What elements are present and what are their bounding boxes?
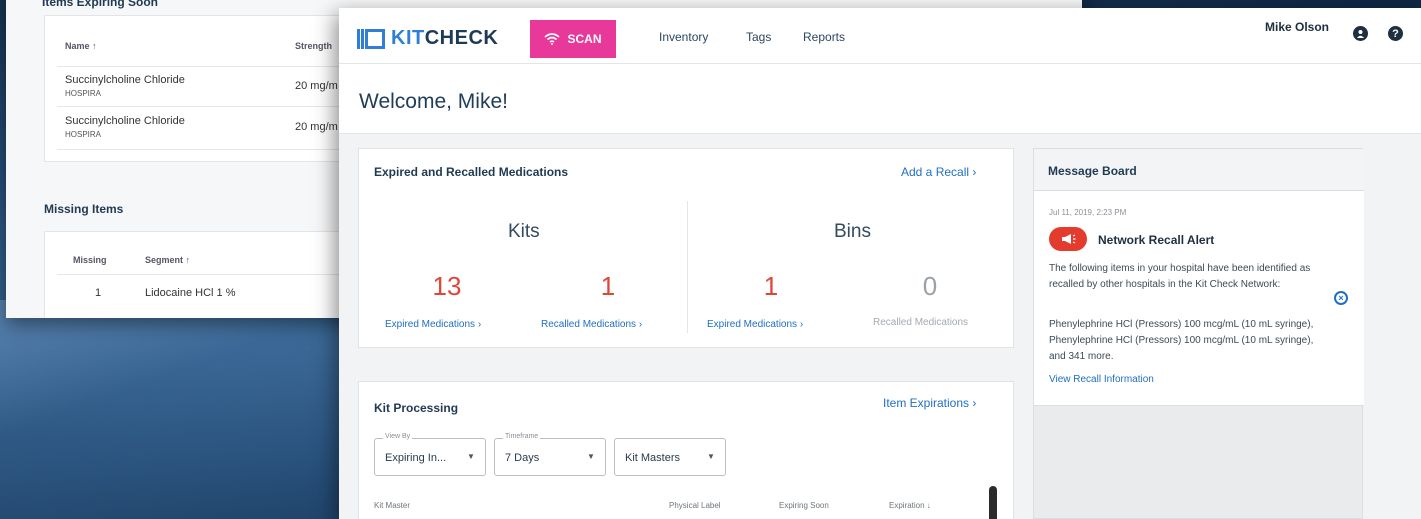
logo-text-check: CHECK [424,27,499,49]
kitcheck-logo-icon [357,28,387,49]
kit-processing-title: Kit Processing [374,401,459,415]
item-maker: HOSPIRA [65,89,102,98]
timeframe-legend: Timeframe [503,433,541,440]
message-board-header: Message Board [1034,149,1364,191]
column-header-missing[interactable]: Missing [73,255,107,265]
message-board-panel: Message Board Jul 11, 2019, 2:23 PM Netw… [1033,148,1364,519]
bins-recalled-label: Recalled Medications [873,317,969,328]
column-header-segment[interactable]: Segment ↑ [145,255,190,265]
megaphone-icon [1049,227,1087,251]
column-header-expiration[interactable]: Expiration ↓ [889,501,931,510]
chevron-down-icon: ▼ [707,452,715,461]
missing-items-title: Missing Items [44,202,124,216]
nav-inventory[interactable]: Inventory [659,30,708,44]
alert-title: Network Recall Alert [1098,233,1215,247]
view-by-legend: View By [383,433,413,440]
nav-tags[interactable]: Tags [746,30,771,44]
expired-recalled-card: Expired and Recalled Medications Add a R… [358,148,1014,348]
chevron-down-icon: ▼ [587,452,595,461]
column-header-strength[interactable]: Strength [295,41,332,51]
wifi-icon [544,33,561,45]
nav-reports[interactable]: Reports [803,30,845,44]
bins-expired-link[interactable]: Expired Medications › [707,319,803,330]
missing-count: 1 [95,287,102,299]
bins-label: Bins [834,221,871,242]
view-by-value: Expiring In... [385,452,447,464]
user-name[interactable]: Mike Olson [1265,20,1329,34]
kit-masters-value: Kit Masters [625,452,681,464]
kits-expired-count: 13 [432,271,462,301]
view-by-dropdown[interactable]: View By Expiring In... ▼ [374,433,486,476]
bins-recalled-count: 0 [922,271,938,301]
section-divider [687,201,688,333]
items-expiring-title: Items Expiring Soon [42,0,159,9]
message-board-title: Message Board [1048,164,1137,178]
scrollbar-thumb[interactable] [989,486,997,519]
column-header-expiring-soon[interactable]: Expiring Soon [779,501,829,510]
column-header-physical-label[interactable]: Physical Label [669,501,721,510]
message-date: Jul 11, 2019, 2:23 PM [1049,208,1127,217]
user-icon[interactable] [1353,26,1368,41]
scan-button[interactable]: SCAN [530,20,616,58]
scan-label: SCAN [567,32,602,46]
kits-expired-link[interactable]: Expired Medications › [385,319,481,330]
expired-recalled-title: Expired and Recalled Medications [374,165,569,179]
kits-label: Kits [508,221,540,242]
logo-text-kit: KIT [391,27,425,49]
item-name: Succinylcholine Chloride [65,115,185,127]
item-name: Succinylcholine Chloride [65,74,185,86]
background-highlight [0,300,340,519]
view-recall-link[interactable]: View Recall Information [1049,374,1154,385]
column-header-name[interactable]: Name ↑ [65,41,97,51]
kitcheck-logo[interactable]: KIT CHECK [357,27,498,50]
timeframe-dropdown[interactable]: Timeframe 7 Days ▼ [494,433,606,476]
welcome-bar: Welcome, Mike! [339,64,1421,134]
message-item: Jul 11, 2019, 2:23 PM Network Recall Ale… [1034,191,1364,406]
item-expirations-link[interactable]: Item Expirations › [883,396,976,410]
column-header-kit-master[interactable]: Kit Master [374,501,410,510]
chevron-down-icon: ▼ [467,452,475,461]
welcome-heading: Welcome, Mike! [359,90,508,113]
segment-name: Lidocaine HCl 1 % [145,287,236,299]
top-navigation-bar: KIT CHECK SCAN Inventory Tags Reports Mik… [339,8,1421,64]
kit-masters-dropdown[interactable]: Kit Masters ▼ [614,438,726,476]
kits-recalled-link[interactable]: Recalled Medications › [541,319,642,330]
close-icon[interactable]: × [1334,291,1348,305]
front-dashboard-window: KIT CHECK SCAN Inventory Tags Reports Mik… [339,8,1421,519]
alert-description: The following items in your hospital hav… [1049,263,1311,290]
help-icon[interactable]: ? [1388,26,1403,41]
alert-items: Phenylephrine HCl (Pressors) 100 mcg/mL … [1049,319,1314,362]
add-recall-link[interactable]: Add a Recall › [901,165,976,179]
bins-expired-count: 1 [763,271,779,301]
item-maker: HOSPIRA [65,130,102,139]
kits-recalled-count: 1 [600,271,616,301]
item-strength: 20 mg/m [295,80,338,92]
item-strength: 20 mg/m [295,121,338,133]
timeframe-value: 7 Days [505,452,540,464]
kit-processing-card: Kit Processing Item Expirations › View B… [358,381,1014,519]
